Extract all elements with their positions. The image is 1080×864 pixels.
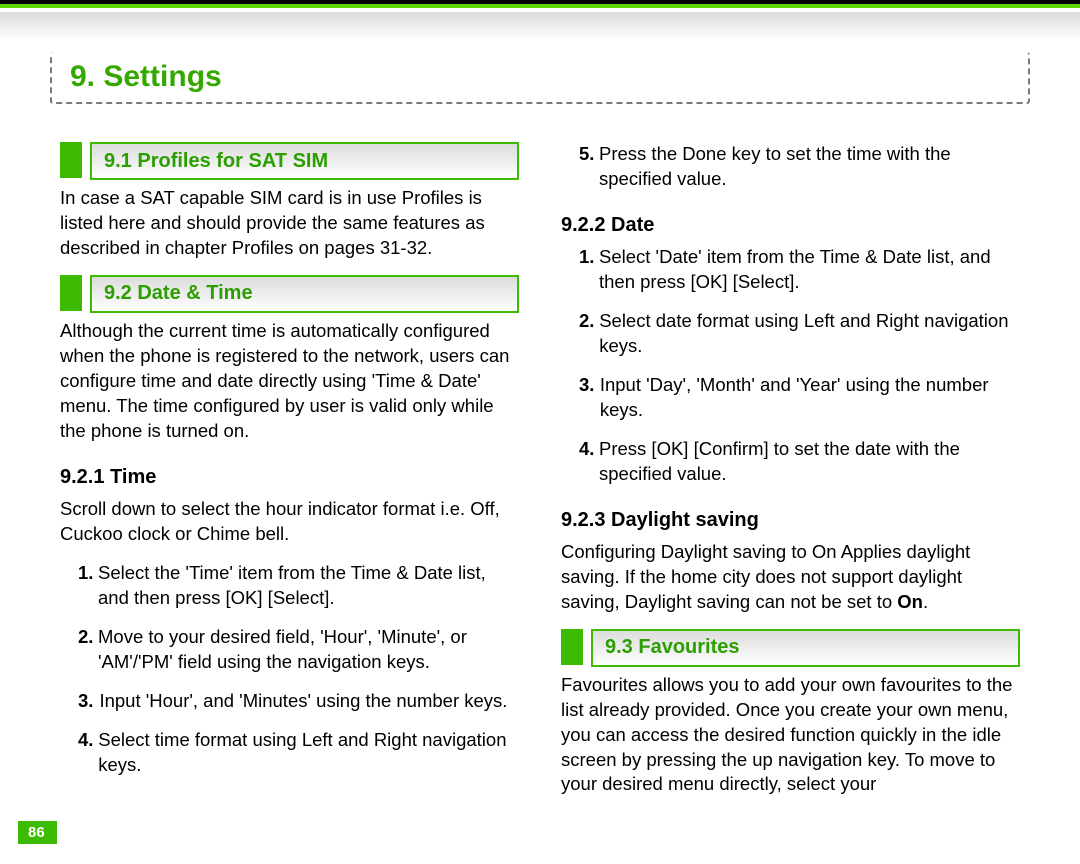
content-columns: 9.1 Profiles for SAT SIM In case a SAT c… — [60, 128, 1020, 806]
step-text: Select 'Date' item from the Time & Date … — [599, 245, 1020, 295]
top-decoration — [0, 0, 1080, 40]
section-9-3-body: Favourites allows you to add your own fa… — [561, 673, 1020, 798]
section-9-1-body: In case a SAT capable SIM card is in use… — [60, 186, 519, 261]
section-9-2-1-title: 9.2.1 Time — [60, 464, 519, 491]
step-text: Press the Done key to set the time with … — [599, 142, 1020, 192]
step-text: Press [OK] [Confirm] to set the date wit… — [599, 437, 1020, 487]
step-number: 1. — [579, 245, 593, 295]
section-9-2-header: 9.2 Date & Time — [60, 275, 519, 311]
bold-text: On — [897, 591, 923, 612]
step-number: 5. — [579, 142, 593, 192]
left-column: 9.1 Profiles for SAT SIM In case a SAT c… — [60, 128, 519, 806]
section-9-2-3-body: Configuring Daylight saving to On Applie… — [561, 540, 1020, 615]
right-column: 5.Press the Done key to set the time wit… — [561, 128, 1020, 806]
step-text: Input 'Hour', and 'Minutes' using the nu… — [99, 689, 507, 714]
list-item: 1.Select 'Date' item from the Time & Dat… — [561, 245, 1020, 295]
section-9-2-1-steps-cont: 5.Press the Done key to set the time wit… — [561, 142, 1020, 192]
section-9-2-title: 9.2 Date & Time — [104, 280, 253, 307]
list-item: 5.Press the Done key to set the time wit… — [561, 142, 1020, 192]
step-number: 2. — [78, 625, 92, 675]
step-number: 3. — [579, 373, 594, 423]
section-9-2-2-steps: 1.Select 'Date' item from the Time & Dat… — [561, 245, 1020, 487]
page-number-badge: 86 — [18, 821, 57, 844]
manual-page: 9. Settings 9.1 Profiles for SAT SIM In … — [0, 0, 1080, 864]
section-9-3-header: 9.3 Favourites — [561, 629, 1020, 665]
step-number: 4. — [579, 437, 593, 487]
chapter-header: 9. Settings — [50, 52, 1030, 104]
list-item: 4.Press [OK] [Confirm] to set the date w… — [561, 437, 1020, 487]
chapter-title: 9. Settings — [70, 60, 222, 93]
section-9-2-body: Although the current time is automatical… — [60, 319, 519, 444]
section-9-1-header: 9.1 Profiles for SAT SIM — [60, 142, 519, 178]
step-text: Select date format using Left and Right … — [599, 309, 1020, 359]
step-number: 2. — [579, 309, 593, 359]
list-item: 3.Input 'Day', 'Month' and 'Year' using … — [561, 373, 1020, 423]
list-item: 1.Select the 'Time' item from the Time &… — [60, 561, 519, 611]
list-item: 2.Select date format using Left and Righ… — [561, 309, 1020, 359]
step-text: Select time format using Left and Right … — [98, 728, 519, 778]
green-bar-icon — [60, 275, 82, 311]
list-item: 2.Move to your desired field, 'Hour', 'M… — [60, 625, 519, 675]
step-text: Select the 'Time' item from the Time & D… — [98, 561, 519, 611]
green-bar-icon — [60, 142, 82, 178]
step-text: Move to your desired field, 'Hour', 'Min… — [98, 625, 519, 675]
step-text: Input 'Day', 'Month' and 'Year' using th… — [600, 373, 1020, 423]
list-item: 4.Select time format using Left and Righ… — [60, 728, 519, 778]
section-9-2-2-title: 9.2.2 Date — [561, 212, 1020, 239]
green-bar-icon — [561, 629, 583, 665]
section-9-1-title: 9.1 Profiles for SAT SIM — [104, 148, 328, 175]
body-text: . — [923, 591, 928, 612]
list-item: 3.Input 'Hour', and 'Minutes' using the … — [60, 689, 519, 714]
section-9-2-3-title: 9.2.3 Daylight saving — [561, 507, 1020, 534]
section-9-3-title: 9.3 Favourites — [605, 634, 740, 661]
section-9-2-1-intro: Scroll down to select the hour indicator… — [60, 497, 519, 547]
step-number: 4. — [78, 728, 92, 778]
section-9-2-1-steps: 1.Select the 'Time' item from the Time &… — [60, 561, 519, 778]
step-number: 1. — [78, 561, 92, 611]
step-number: 3. — [78, 689, 93, 714]
